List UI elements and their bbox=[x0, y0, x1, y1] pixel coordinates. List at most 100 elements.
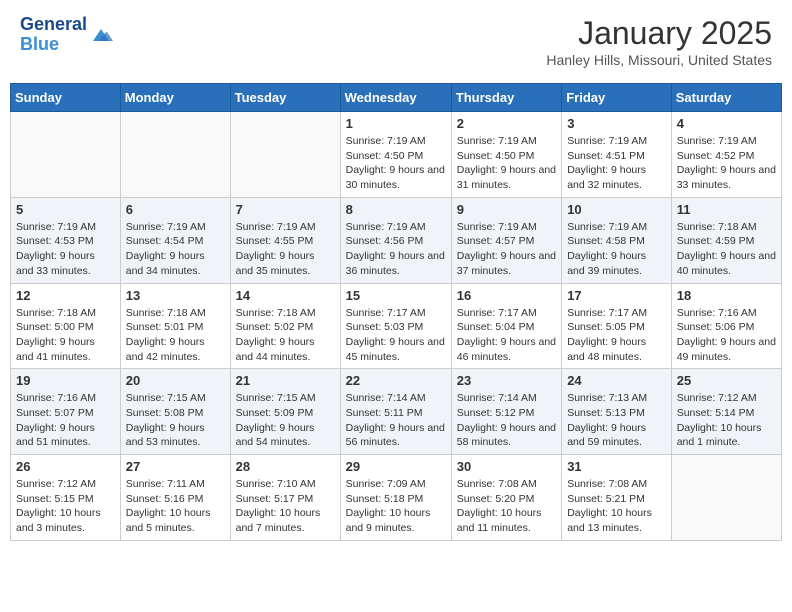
day-info: Sunrise: 7:12 AM Sunset: 5:15 PM Dayligh… bbox=[16, 477, 115, 536]
calendar-cell: 10 Sunrise: 7:19 AM Sunset: 4:58 PM Dayli… bbox=[562, 197, 672, 283]
day-number: 26 bbox=[16, 459, 115, 474]
logo: GeneralBlue bbox=[20, 15, 113, 55]
day-number: 2 bbox=[457, 116, 556, 131]
calendar-cell: 23 Sunrise: 7:14 AM Sunset: 5:12 PM Dayli… bbox=[451, 369, 561, 455]
day-info: Sunrise: 7:17 AM Sunset: 5:05 PM Dayligh… bbox=[567, 306, 666, 365]
calendar-cell: 30Sunrise: 7:08 AM Sunset: 5:20 PM Dayli… bbox=[451, 455, 561, 541]
day-info: Sunrise: 7:16 AM Sunset: 5:06 PM Dayligh… bbox=[677, 306, 776, 365]
calendar-week-row: 12Sunrise: 7:18 AM Sunset: 5:00 PM Dayli… bbox=[11, 283, 782, 369]
page-header: GeneralBlue January 2025 Hanley Hills, M… bbox=[10, 10, 782, 73]
calendar-week-row: 19Sunrise: 7:16 AM Sunset: 5:07 PM Dayli… bbox=[11, 369, 782, 455]
day-info: Sunrise: 7:19 AM Sunset: 4:55 PM Dayligh… bbox=[236, 220, 335, 279]
calendar-cell: 13 Sunrise: 7:18 AM Sunset: 5:01 PM Dayli… bbox=[120, 283, 230, 369]
day-number: 3 bbox=[567, 116, 666, 131]
day-number: 16 bbox=[457, 288, 556, 303]
calendar-cell: 19Sunrise: 7:16 AM Sunset: 5:07 PM Dayli… bbox=[11, 369, 121, 455]
calendar-week-row: 1 Sunrise: 7:19 AM Sunset: 4:50 PM Daylig… bbox=[11, 112, 782, 198]
calendar-cell: 4 Sunrise: 7:19 AM Sunset: 4:52 PM Daylig… bbox=[671, 112, 781, 198]
calendar-cell: 22Sunrise: 7:14 AM Sunset: 5:11 PM Dayli… bbox=[340, 369, 451, 455]
month-title: January 2025 bbox=[546, 15, 772, 52]
day-number: 4 bbox=[677, 116, 776, 131]
day-number: 10 bbox=[567, 202, 666, 217]
day-number: 1 bbox=[346, 116, 446, 131]
weekday-header: Sunday bbox=[11, 84, 121, 112]
day-number: 13 bbox=[126, 288, 225, 303]
calendar-cell bbox=[671, 455, 781, 541]
weekday-header: Wednesday bbox=[340, 84, 451, 112]
calendar-cell: 27 Sunrise: 7:11 AM Sunset: 5:16 PM Dayli… bbox=[120, 455, 230, 541]
day-number: 17 bbox=[567, 288, 666, 303]
day-info: Sunrise: 7:17 AM Sunset: 5:04 PM Dayligh… bbox=[457, 306, 556, 365]
day-info: Sunrise: 7:19 AM Sunset: 4:51 PM Dayligh… bbox=[567, 134, 666, 193]
day-number: 23 bbox=[457, 373, 556, 388]
day-number: 24 bbox=[567, 373, 666, 388]
day-number: 18 bbox=[677, 288, 776, 303]
day-info: Sunrise: 7:19 AM Sunset: 4:56 PM Dayligh… bbox=[346, 220, 446, 279]
day-info: Sunrise: 7:19 AM Sunset: 4:54 PM Dayligh… bbox=[126, 220, 225, 279]
calendar-cell: 24 Sunrise: 7:13 AM Sunset: 5:13 PM Dayli… bbox=[562, 369, 672, 455]
calendar-cell: 18 Sunrise: 7:16 AM Sunset: 5:06 PM Dayli… bbox=[671, 283, 781, 369]
calendar-header-row: SundayMondayTuesdayWednesdayThursdayFrid… bbox=[11, 84, 782, 112]
logo-text: GeneralBlue bbox=[20, 15, 87, 55]
day-info: Sunrise: 7:19 AM Sunset: 4:58 PM Dayligh… bbox=[567, 220, 666, 279]
day-info: Sunrise: 7:18 AM Sunset: 4:59 PM Dayligh… bbox=[677, 220, 776, 279]
calendar-cell: 11 Sunrise: 7:18 AM Sunset: 4:59 PM Dayli… bbox=[671, 197, 781, 283]
day-info: Sunrise: 7:11 AM Sunset: 5:16 PM Dayligh… bbox=[126, 477, 225, 536]
weekday-header: Monday bbox=[120, 84, 230, 112]
day-info: Sunrise: 7:19 AM Sunset: 4:50 PM Dayligh… bbox=[457, 134, 556, 193]
calendar-cell bbox=[120, 112, 230, 198]
day-info: Sunrise: 7:19 AM Sunset: 4:57 PM Dayligh… bbox=[457, 220, 556, 279]
day-number: 30 bbox=[457, 459, 556, 474]
weekday-header: Friday bbox=[562, 84, 672, 112]
day-info: Sunrise: 7:12 AM Sunset: 5:14 PM Dayligh… bbox=[677, 391, 776, 450]
day-info: Sunrise: 7:19 AM Sunset: 4:52 PM Dayligh… bbox=[677, 134, 776, 193]
title-block: January 2025 Hanley Hills, Missouri, Uni… bbox=[546, 15, 772, 68]
day-number: 14 bbox=[236, 288, 335, 303]
day-number: 15 bbox=[346, 288, 446, 303]
day-number: 8 bbox=[346, 202, 446, 217]
calendar-cell: 6 Sunrise: 7:19 AM Sunset: 4:54 PM Daylig… bbox=[120, 197, 230, 283]
day-number: 6 bbox=[126, 202, 225, 217]
day-number: 9 bbox=[457, 202, 556, 217]
calendar-cell bbox=[11, 112, 121, 198]
calendar-cell: 26 Sunrise: 7:12 AM Sunset: 5:15 PM Dayli… bbox=[11, 455, 121, 541]
calendar-cell: 8 Sunrise: 7:19 AM Sunset: 4:56 PM Daylig… bbox=[340, 197, 451, 283]
day-info: Sunrise: 7:15 AM Sunset: 5:08 PM Dayligh… bbox=[126, 391, 225, 450]
calendar-cell: 21Sunrise: 7:15 AM Sunset: 5:09 PM Dayli… bbox=[230, 369, 340, 455]
calendar-cell: 29 Sunrise: 7:09 AM Sunset: 5:18 PM Dayli… bbox=[340, 455, 451, 541]
day-info: Sunrise: 7:18 AM Sunset: 5:01 PM Dayligh… bbox=[126, 306, 225, 365]
day-number: 31 bbox=[567, 459, 666, 474]
day-number: 19 bbox=[16, 373, 115, 388]
calendar-cell: 2 Sunrise: 7:19 AM Sunset: 4:50 PM Daylig… bbox=[451, 112, 561, 198]
day-info: Sunrise: 7:09 AM Sunset: 5:18 PM Dayligh… bbox=[346, 477, 446, 536]
location: Hanley Hills, Missouri, United States bbox=[546, 52, 772, 68]
day-info: Sunrise: 7:18 AM Sunset: 5:02 PM Dayligh… bbox=[236, 306, 335, 365]
day-number: 25 bbox=[677, 373, 776, 388]
day-number: 28 bbox=[236, 459, 335, 474]
calendar-cell: 15 Sunrise: 7:17 AM Sunset: 5:03 PM Dayli… bbox=[340, 283, 451, 369]
day-number: 29 bbox=[346, 459, 446, 474]
calendar-cell: 12Sunrise: 7:18 AM Sunset: 5:00 PM Dayli… bbox=[11, 283, 121, 369]
calendar-week-row: 5Sunrise: 7:19 AM Sunset: 4:53 PM Daylig… bbox=[11, 197, 782, 283]
calendar-cell: 28 Sunrise: 7:10 AM Sunset: 5:17 PM Dayli… bbox=[230, 455, 340, 541]
day-number: 11 bbox=[677, 202, 776, 217]
weekday-header: Saturday bbox=[671, 84, 781, 112]
day-number: 27 bbox=[126, 459, 225, 474]
calendar-cell: 5Sunrise: 7:19 AM Sunset: 4:53 PM Daylig… bbox=[11, 197, 121, 283]
calendar-week-row: 26 Sunrise: 7:12 AM Sunset: 5:15 PM Dayli… bbox=[11, 455, 782, 541]
day-info: Sunrise: 7:10 AM Sunset: 5:17 PM Dayligh… bbox=[236, 477, 335, 536]
calendar-cell: 14 Sunrise: 7:18 AM Sunset: 5:02 PM Dayli… bbox=[230, 283, 340, 369]
calendar-cell bbox=[230, 112, 340, 198]
weekday-header: Thursday bbox=[451, 84, 561, 112]
calendar-cell: 31Sunrise: 7:08 AM Sunset: 5:21 PM Dayli… bbox=[562, 455, 672, 541]
day-number: 7 bbox=[236, 202, 335, 217]
day-info: Sunrise: 7:14 AM Sunset: 5:12 PM Dayligh… bbox=[457, 391, 556, 450]
day-info: Sunrise: 7:17 AM Sunset: 5:03 PM Dayligh… bbox=[346, 306, 446, 365]
logo-icon bbox=[89, 25, 113, 45]
day-info: Sunrise: 7:13 AM Sunset: 5:13 PM Dayligh… bbox=[567, 391, 666, 450]
calendar-cell: 1Sunrise: 7:19 AM Sunset: 4:50 PM Daylig… bbox=[340, 112, 451, 198]
day-number: 12 bbox=[16, 288, 115, 303]
day-info: Sunrise: 7:19 AM Sunset: 4:53 PM Dayligh… bbox=[16, 220, 115, 279]
calendar-cell: 17 Sunrise: 7:17 AM Sunset: 5:05 PM Dayli… bbox=[562, 283, 672, 369]
calendar-cell: 7 Sunrise: 7:19 AM Sunset: 4:55 PM Daylig… bbox=[230, 197, 340, 283]
